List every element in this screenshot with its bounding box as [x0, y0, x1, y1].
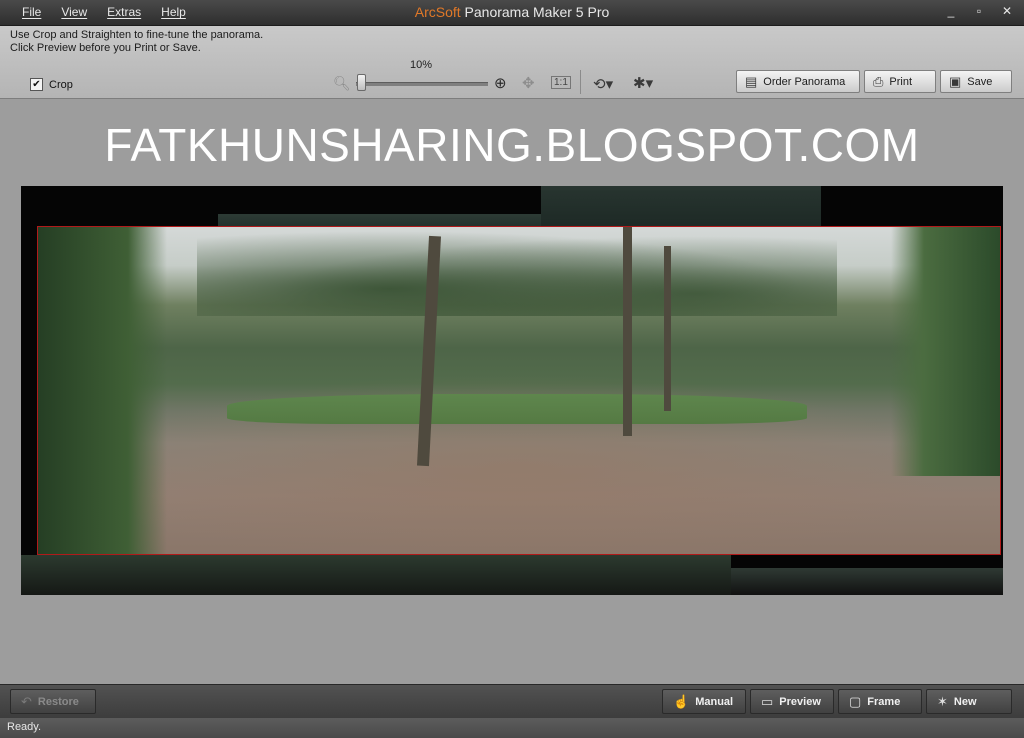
order-panorama-label: Order Panorama: [763, 75, 846, 88]
instruction-line-2: Click Preview before you Print or Save.: [10, 42, 201, 54]
restore-label: Restore: [37, 695, 79, 708]
actual-size-button[interactable]: 1:1: [551, 76, 571, 89]
crop-label: Crop: [49, 78, 73, 91]
maximize-button[interactable]: ▫: [972, 4, 986, 18]
zoom-slider[interactable]: [356, 82, 488, 86]
new-label: New: [953, 695, 977, 708]
crop-checkbox[interactable]: ✔ Crop: [30, 78, 73, 91]
manual-button[interactable]: ☝ Manual: [662, 689, 746, 714]
preview-icon: ▭: [761, 693, 774, 709]
bottom-bar: ↶ Restore ☝ Manual ▭ Preview ▢ Frame ✶ N…: [0, 684, 1024, 719]
title-bar: File View Extras Help ArcSoft Panorama M…: [0, 0, 1024, 26]
zoom-out-icon[interactable]: 🔍︎: [333, 75, 351, 92]
frame-icon: ▢: [849, 693, 862, 709]
toolbar-divider: [580, 70, 581, 94]
minimize-button[interactable]: _: [944, 4, 958, 18]
stitched-edge: [21, 555, 731, 595]
close-button[interactable]: ✕: [1000, 4, 1014, 18]
app-title-name: Panorama Maker 5 Pro: [464, 4, 610, 20]
save-label: Save: [967, 75, 993, 88]
brightness-icon[interactable]: ✱▾: [633, 74, 653, 92]
crop-frame[interactable]: [37, 226, 1001, 555]
instructions: Use Crop and Straighten to fine-tune the…: [10, 29, 263, 55]
order-panorama-icon: ▤: [745, 73, 758, 89]
zoom-in-icon[interactable]: ⊕: [494, 74, 507, 92]
watermark-text: FATKHUNSHARING.BLOGSPOT.COM: [104, 119, 920, 171]
order-panorama-button[interactable]: ▤ Order Panorama: [736, 70, 860, 93]
frame-button[interactable]: ▢ Frame: [838, 689, 922, 714]
zoom-slider-handle[interactable]: [357, 74, 366, 91]
panorama-canvas[interactable]: [21, 186, 1003, 595]
new-button[interactable]: ✶ New: [926, 689, 1012, 714]
hand-icon: ☝: [673, 693, 690, 709]
status-bar: Ready.: [0, 718, 1024, 738]
preview-label: Preview: [779, 695, 821, 708]
app-title: ArcSoft Panorama Maker 5 Pro: [0, 4, 1024, 20]
manual-label: Manual: [695, 695, 734, 708]
save-button[interactable]: ▣ Save: [940, 70, 1012, 93]
window-controls: _ ▫ ✕: [944, 4, 1014, 18]
checkbox-check-icon[interactable]: ✔: [30, 78, 43, 91]
move-icon[interactable]: ✥: [522, 74, 535, 92]
preview-button[interactable]: ▭ Preview: [750, 689, 834, 714]
save-icon: ▣: [949, 73, 962, 89]
rotate-icon[interactable]: ⟲▾: [593, 75, 613, 93]
frame-label: Frame: [867, 695, 901, 708]
zoom-level: 10%: [409, 59, 433, 71]
print-icon: ⎙: [873, 73, 884, 89]
new-icon: ✶: [937, 693, 948, 709]
app-title-brand: ArcSoft: [414, 4, 461, 20]
restore-icon: ↶: [21, 693, 32, 709]
restore-button[interactable]: ↶ Restore: [10, 689, 96, 714]
print-button[interactable]: ⎙ Print: [864, 70, 936, 93]
status-text: Ready.: [7, 721, 42, 733]
stitched-edge: [731, 568, 1003, 595]
stitched-edge: [541, 186, 821, 228]
instruction-line-1: Use Crop and Straighten to fine-tune the…: [10, 29, 264, 41]
print-label: Print: [889, 75, 913, 88]
toolbar: Use Crop and Straighten to fine-tune the…: [0, 26, 1024, 99]
